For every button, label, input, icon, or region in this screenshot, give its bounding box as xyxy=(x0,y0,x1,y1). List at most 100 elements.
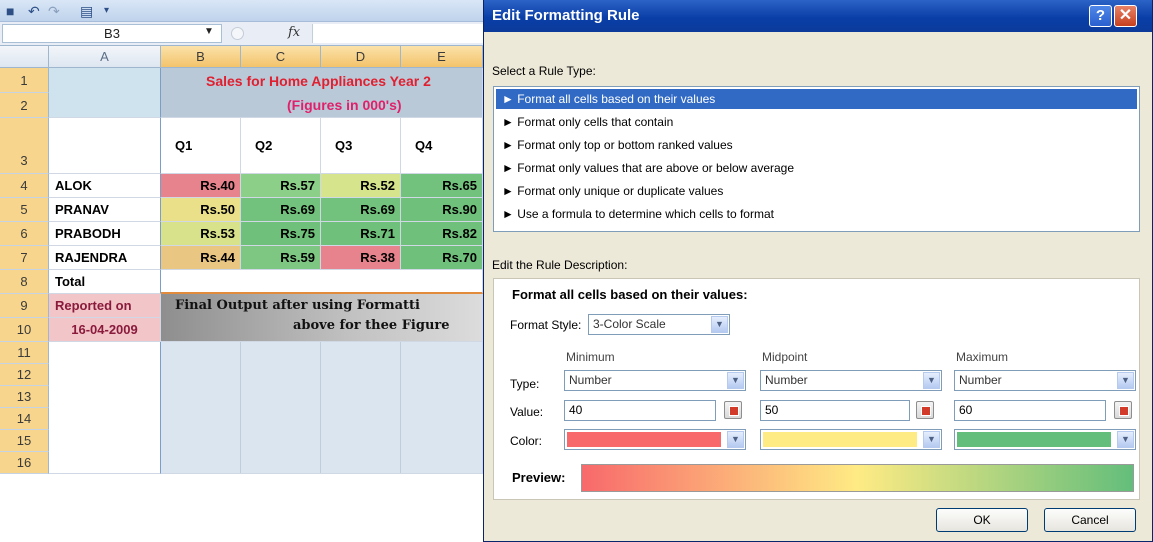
total-label[interactable]: Total xyxy=(49,270,161,294)
row-header[interactable]: 16 xyxy=(0,452,49,474)
column-header-a[interactable]: A xyxy=(49,46,161,68)
minimum-color-picker[interactable]: ▼ xyxy=(564,429,746,450)
rule-type-item[interactable]: ► Format only unique or duplicate values xyxy=(496,181,1137,201)
row-header[interactable]: 9 xyxy=(0,294,49,318)
ok-button[interactable]: OK xyxy=(936,508,1028,532)
cell-a1[interactable] xyxy=(49,68,161,118)
chevron-down-icon[interactable]: ▼ xyxy=(1117,372,1134,389)
maximum-type-select[interactable]: Number ▼ xyxy=(954,370,1136,391)
dialog-title-bar[interactable]: Edit Formatting Rule ? ✕ xyxy=(484,0,1152,32)
sales-cell[interactable]: Rs.69 xyxy=(241,198,321,222)
chevron-down-icon[interactable]: ▼ xyxy=(1117,431,1134,448)
row-header[interactable]: 2 xyxy=(0,93,49,118)
help-icon[interactable]: ? xyxy=(1089,5,1112,27)
maximum-color-picker[interactable]: ▼ xyxy=(954,429,1136,450)
rule-type-item[interactable]: ► Format only cells that contain xyxy=(496,112,1137,132)
sales-cell[interactable]: Rs.70 xyxy=(401,246,483,270)
row-header[interactable]: 11 xyxy=(0,342,49,364)
salesperson-name[interactable]: ALOK xyxy=(49,174,161,198)
rule-type-item[interactable]: ► Format only top or bottom ranked value… xyxy=(496,135,1137,155)
save-icon[interactable]: ■ xyxy=(6,3,14,19)
sales-cell[interactable]: Rs.69 xyxy=(321,198,401,222)
salesperson-name[interactable]: PRANAV xyxy=(49,198,161,222)
sales-cell[interactable]: Rs.38 xyxy=(321,246,401,270)
row-header[interactable]: 6 xyxy=(0,222,49,246)
rule-type-item[interactable]: ► Format all cells based on their values xyxy=(496,89,1137,109)
sales-cell[interactable]: Rs.50 xyxy=(161,198,241,222)
midpoint-value-input[interactable]: 50 xyxy=(760,400,910,421)
row-header[interactable]: 13 xyxy=(0,386,49,408)
sales-cell[interactable]: Rs.82 xyxy=(401,222,483,246)
row-header[interactable]: 5 xyxy=(0,198,49,222)
row-header[interactable]: 10 xyxy=(0,318,49,342)
range-picker-icon[interactable] xyxy=(916,401,934,419)
cancel-button[interactable]: Cancel xyxy=(1044,508,1136,532)
cell-a3[interactable] xyxy=(49,118,161,174)
chevron-down-icon[interactable]: ▼ xyxy=(923,431,940,448)
undo-icon[interactable]: ↶ xyxy=(28,3,40,19)
rule-type-item[interactable]: ► Use a formula to determine which cells… xyxy=(496,204,1137,224)
insert-function-icon[interactable]: fx xyxy=(288,25,300,40)
select-rule-type-label: Select a Rule Type: xyxy=(492,64,596,78)
row-header[interactable]: 4 xyxy=(0,174,49,198)
sales-cell[interactable]: Rs.53 xyxy=(161,222,241,246)
sales-cell[interactable]: Rs.75 xyxy=(241,222,321,246)
chevron-down-icon[interactable]: ▼ xyxy=(727,431,744,448)
midpoint-type-select[interactable]: Number ▼ xyxy=(760,370,942,391)
chevron-down-icon[interactable]: ▼ xyxy=(727,372,744,389)
sales-cell[interactable]: Rs.65 xyxy=(401,174,483,198)
total-row-cells[interactable] xyxy=(161,270,483,294)
name-box[interactable]: B3 xyxy=(2,24,222,43)
selected-range[interactable] xyxy=(161,342,483,474)
redo-icon[interactable]: ↷ xyxy=(48,3,60,19)
row-header[interactable]: 14 xyxy=(0,408,49,430)
row-header[interactable]: 12 xyxy=(0,364,49,386)
column-header-b[interactable]: B xyxy=(161,46,241,68)
reported-date[interactable]: 16-04-2009 xyxy=(49,318,161,342)
sales-cell[interactable]: Rs.57 xyxy=(241,174,321,198)
final-output-note[interactable]: Final Output after using Formatti above … xyxy=(161,294,483,342)
sales-cell[interactable]: Rs.90 xyxy=(401,198,483,222)
maximum-value-input[interactable]: 60 xyxy=(954,400,1106,421)
quarter-header[interactable]: Q4 xyxy=(401,118,483,174)
salesperson-name[interactable]: PRABODH xyxy=(49,222,161,246)
range-picker-icon[interactable] xyxy=(724,401,742,419)
sales-cell[interactable]: Rs.44 xyxy=(161,246,241,270)
print-preview-icon[interactable]: ▤ xyxy=(80,3,93,19)
column-header-c[interactable]: C xyxy=(241,46,321,68)
cancel-entry-icon[interactable] xyxy=(231,27,244,40)
minimum-type-select[interactable]: Number ▼ xyxy=(564,370,746,391)
empty-cells-a[interactable] xyxy=(49,342,161,474)
maximum-color-swatch xyxy=(957,432,1111,447)
rule-type-item[interactable]: ► Format only values that are above or b… xyxy=(496,158,1137,178)
chevron-down-icon[interactable]: ▼ xyxy=(204,26,214,37)
sales-cell[interactable]: Rs.71 xyxy=(321,222,401,246)
close-icon[interactable]: ✕ xyxy=(1114,5,1137,27)
chevron-down-icon[interactable]: ▼ xyxy=(923,372,940,389)
row-header[interactable]: 15 xyxy=(0,430,49,452)
quarter-header[interactable]: Q2 xyxy=(241,118,321,174)
rule-type-list[interactable]: ► Format all cells based on their values… xyxy=(493,86,1140,232)
chevron-down-icon[interactable]: ▼ xyxy=(711,316,728,333)
midpoint-color-picker[interactable]: ▼ xyxy=(760,429,942,450)
reported-label[interactable]: Reported on xyxy=(49,294,161,318)
quarter-header[interactable]: Q1 xyxy=(161,118,241,174)
customize-toolbar-icon[interactable]: ▾ xyxy=(104,3,109,19)
select-all-corner[interactable] xyxy=(0,46,49,68)
sales-cell[interactable]: Rs.52 xyxy=(321,174,401,198)
quarter-header[interactable]: Q3 xyxy=(321,118,401,174)
sales-cell[interactable]: Rs.40 xyxy=(161,174,241,198)
format-style-select[interactable]: 3-Color Scale ▼ xyxy=(588,314,730,335)
sheet-title-block[interactable]: Sales for Home Appliances Year 2 (Figure… xyxy=(161,68,483,118)
row-header[interactable]: 8 xyxy=(0,270,49,294)
salesperson-name[interactable]: RAJENDRA xyxy=(49,246,161,270)
row-header[interactable]: 7 xyxy=(0,246,49,270)
range-picker-icon[interactable] xyxy=(1114,401,1132,419)
column-header-e[interactable]: E xyxy=(401,46,483,68)
row-header[interactable]: 3 xyxy=(0,118,49,174)
column-header-d[interactable]: D xyxy=(321,46,401,68)
sales-cell[interactable]: Rs.59 xyxy=(241,246,321,270)
row-header[interactable]: 1 xyxy=(0,68,49,93)
formula-input[interactable] xyxy=(312,24,483,43)
minimum-value-input[interactable]: 40 xyxy=(564,400,716,421)
